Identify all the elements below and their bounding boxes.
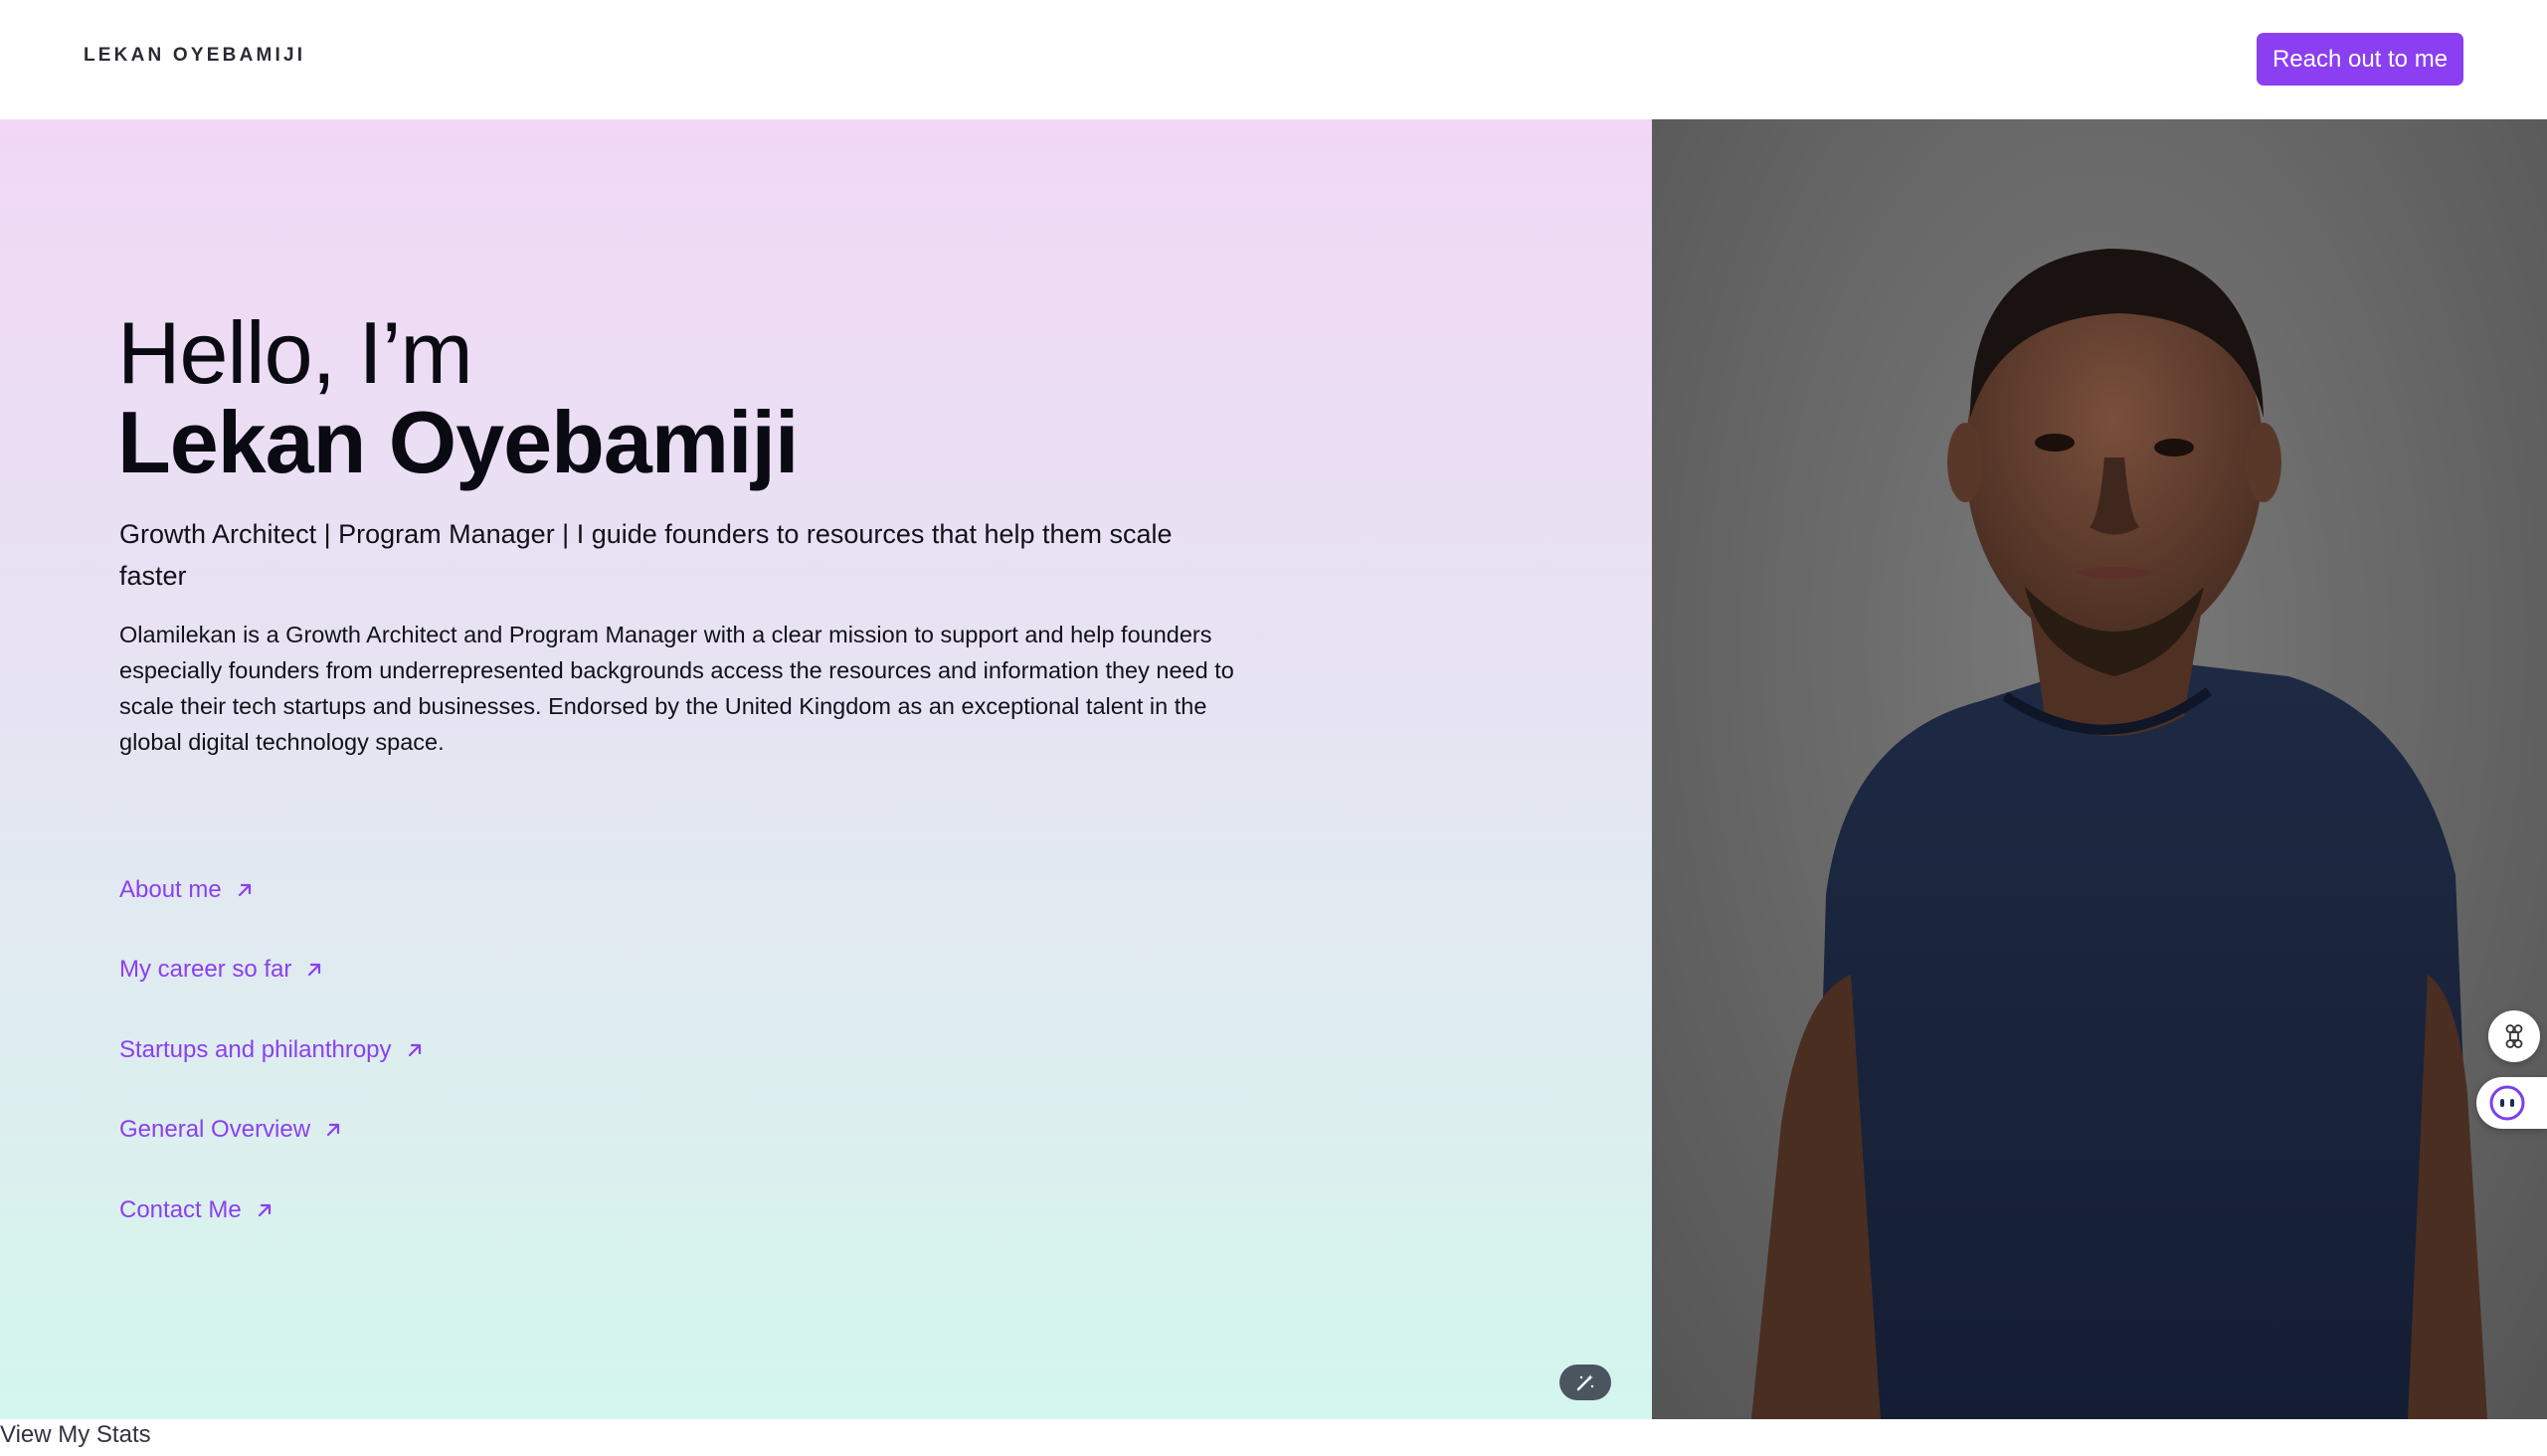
link-label: General Overview	[119, 1116, 311, 1143]
link-label: Contact Me	[119, 1196, 242, 1223]
magic-wand-icon	[1576, 1374, 1594, 1391]
arrow-up-right-icon	[238, 883, 251, 897]
link-label: Startups and philanthropy	[119, 1036, 392, 1063]
arrow-up-right-icon	[258, 1203, 271, 1217]
hero-name: Lekan Oyebamiji	[117, 393, 799, 491]
hero-section: Hello, I’m Lekan Oyebamiji Growth Archit…	[0, 119, 1652, 1419]
magic-wand-button[interactable]	[1559, 1365, 1611, 1400]
chat-widget-button[interactable]	[2476, 1077, 2547, 1129]
site-header: LEKAN OYEBAMIJI Reach out to me	[0, 0, 2547, 119]
command-menu-button[interactable]	[2488, 1010, 2540, 1062]
arrow-up-right-icon	[326, 1123, 340, 1137]
brand-name[interactable]: LEKAN OYEBAMIJI	[84, 45, 305, 67]
reach-out-button[interactable]: Reach out to me	[2257, 33, 2463, 86]
link-career[interactable]: My career so far	[119, 956, 323, 984]
arrow-up-right-icon	[308, 963, 321, 977]
link-about-me[interactable]: About me	[119, 876, 254, 904]
person-illustration	[1751, 249, 2487, 1419]
hero-tagline: Growth Architect | Program Manager | I g…	[119, 519, 1173, 591]
hero-bio: Olamilekan is a Growth Architect and Pro…	[119, 622, 1234, 755]
link-startups[interactable]: Startups and philanthropy	[119, 1036, 424, 1064]
chat-bot-icon	[2489, 1085, 2525, 1121]
link-general-overview[interactable]: General Overview	[119, 1116, 342, 1144]
link-label: My career so far	[119, 956, 292, 983]
command-icon	[2505, 1024, 2523, 1048]
view-stats-link[interactable]: View My Stats	[0, 1421, 151, 1449]
hero-greeting: Hello, I’m	[117, 303, 473, 402]
portrait-photo	[1652, 119, 2547, 1419]
link-contact-me[interactable]: Contact Me	[119, 1196, 273, 1224]
arrow-up-right-icon	[408, 1043, 421, 1057]
link-label: About me	[119, 876, 222, 903]
